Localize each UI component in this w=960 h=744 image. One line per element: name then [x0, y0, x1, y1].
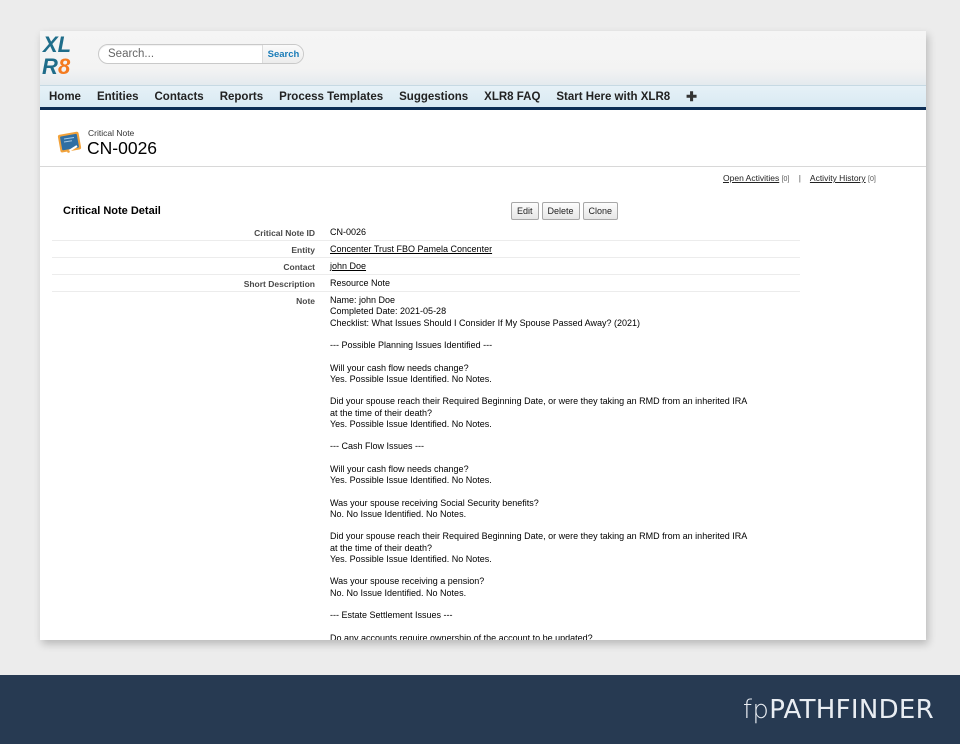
- delete-button[interactable]: Delete: [541, 202, 580, 220]
- clone-button[interactable]: Clone: [582, 202, 619, 220]
- record-header: Critical Note CN-0026: [40, 113, 926, 167]
- note-value: Name: john Doe Completed Date: 2021-05-2…: [330, 295, 748, 640]
- nav-tab-contacts[interactable]: Contacts: [155, 91, 204, 103]
- link-separator: |: [798, 173, 801, 183]
- fppathfinder-logo: fpPATHFINDER: [743, 695, 934, 725]
- detail-fields: Critical Note ID CN-0026 Entity Concente…: [52, 224, 800, 640]
- search-input[interactable]: [99, 45, 262, 63]
- plus-icon[interactable]: ✚: [686, 89, 697, 105]
- field-label: Critical Note ID: [254, 228, 315, 238]
- logo-r-text: R: [42, 54, 58, 78]
- field-row-short-description: Short Description Resource Note: [52, 275, 800, 292]
- related-list-links: Open Activities [0] | Activity History […: [723, 173, 876, 183]
- record-type-label: Critical Note: [88, 128, 135, 138]
- nav-tab-process-templates[interactable]: Process Templates: [279, 91, 383, 103]
- field-row-contact: Contact john Doe: [52, 258, 800, 275]
- nav-tab-home[interactable]: Home: [49, 91, 81, 103]
- app-header: XL R 8 Search: [40, 31, 926, 85]
- entity-link[interactable]: Concenter Trust FBO Pamela Concenter: [330, 244, 492, 254]
- field-row-note: Note Name: john Doe Completed Date: 2021…: [52, 292, 800, 640]
- logo-8-text: 8: [58, 54, 71, 78]
- activity-history-link[interactable]: Activity History: [810, 173, 866, 183]
- contact-value-cell: john Doe: [315, 258, 366, 274]
- field-label: Note: [296, 296, 315, 306]
- title-divider: [40, 166, 926, 167]
- footer-bar: fpPATHFINDER: [0, 675, 960, 744]
- short-description-value: Resource Note: [330, 278, 391, 288]
- critical-note-id-value: CN-0026: [330, 227, 367, 237]
- detail-section-title: Critical Note Detail: [63, 205, 161, 217]
- activity-history-count: [0]: [868, 176, 876, 183]
- open-activities-count: [0]: [781, 176, 790, 183]
- field-row-critical-note-id: Critical Note ID CN-0026: [52, 224, 800, 241]
- open-activities-link[interactable]: Open Activities: [723, 173, 779, 183]
- xlr8-logo[interactable]: XL R 8: [42, 32, 82, 78]
- nav-tab-start-here[interactable]: Start Here with XLR8: [556, 91, 670, 103]
- screenshot-frame: XL R 8 Search Home Entities Contacts Rep…: [40, 31, 926, 640]
- entity-value-cell: Concenter Trust FBO Pamela Concenter: [315, 241, 492, 257]
- main-nav: Home Entities Contacts Reports Process T…: [40, 85, 926, 110]
- contact-link[interactable]: john Doe: [330, 261, 366, 271]
- field-label: Contact: [283, 262, 315, 272]
- xlr8-logo-icon: XL R 8: [42, 32, 71, 78]
- search-box: Search: [98, 44, 304, 64]
- detail-button-bar: Edit Delete Clone: [511, 202, 619, 220]
- brand-name: PATHFINDER: [769, 695, 934, 725]
- page-title: CN-0026: [87, 138, 158, 158]
- nav-tab-xlr8-faq[interactable]: XLR8 FAQ: [484, 91, 540, 103]
- nav-tab-entities[interactable]: Entities: [97, 91, 139, 103]
- brand-prefix: fp: [742, 695, 770, 725]
- nav-tab-suggestions[interactable]: Suggestions: [399, 91, 468, 103]
- field-row-entity: Entity Concenter Trust FBO Pamela Concen…: [52, 241, 800, 258]
- search-button[interactable]: Search: [262, 45, 303, 63]
- field-label: Entity: [291, 245, 315, 255]
- chalkboard-note-icon: [56, 129, 84, 157]
- field-label: Short Description: [243, 279, 315, 289]
- edit-button[interactable]: Edit: [511, 202, 539, 220]
- nav-tab-reports[interactable]: Reports: [220, 91, 263, 103]
